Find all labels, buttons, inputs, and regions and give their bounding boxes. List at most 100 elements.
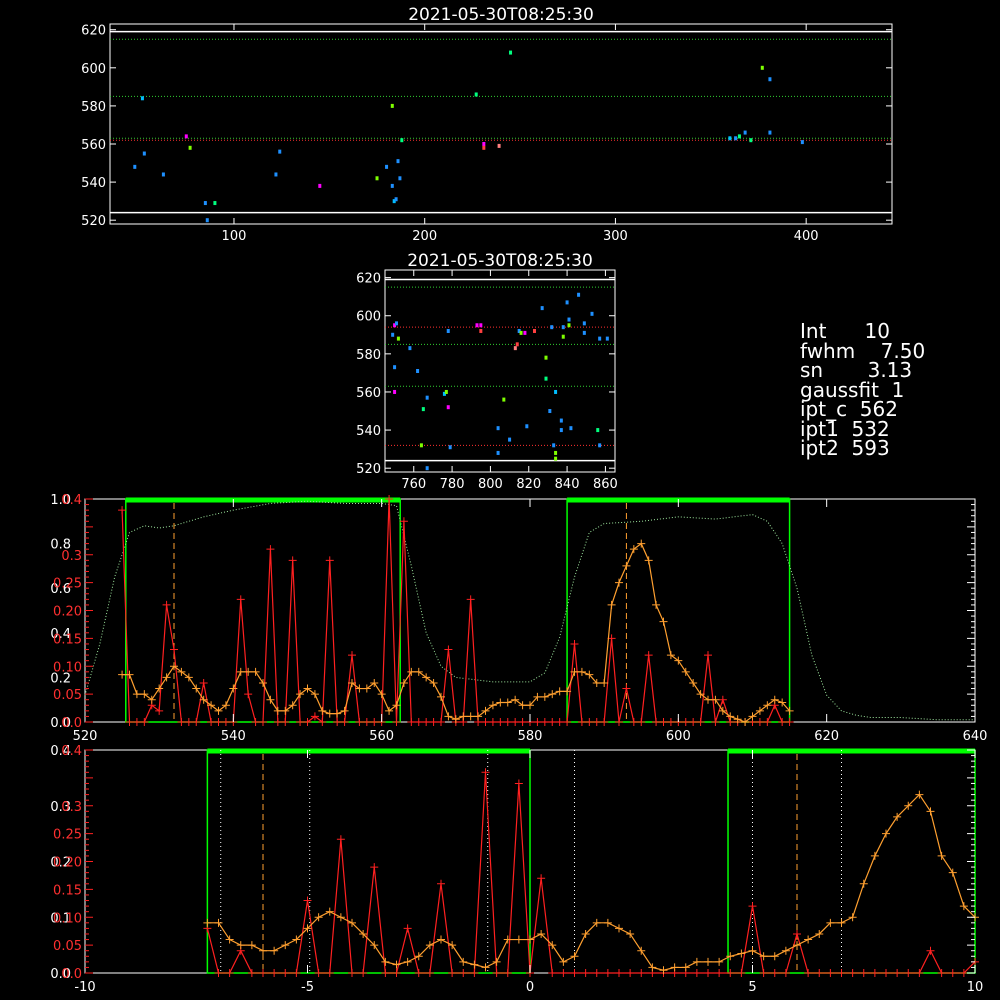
spectrum-bottom-red-series-marker [448, 969, 457, 977]
spectrum-bottom-orange-series-marker [692, 957, 701, 966]
spectrum-bottom-xtick-label: 5 [748, 980, 756, 995]
spectrum-top-orange-series-marker [377, 690, 386, 699]
top-scatter-xtick-label: 100 [222, 229, 247, 244]
mid-scatter-ytick-label: 540 [356, 424, 381, 439]
spectrum-top-red-series-marker [785, 718, 794, 726]
spectrum-bottom-red-series-marker [770, 969, 779, 977]
spectrum-top-red-series-marker [488, 718, 497, 726]
spectrum-top-orange-series-marker [466, 712, 475, 721]
spectrum-top-green-window [566, 498, 791, 723]
spectrum-top-red-series-marker [778, 718, 787, 726]
spectrum-top-red-series-marker [221, 718, 230, 726]
spectrum-top-red-series-marker [288, 556, 297, 565]
mid-scatter-point [425, 466, 429, 471]
spectrum-bottom-orange-series-marker [247, 941, 256, 950]
mid-scatter-point [508, 437, 512, 442]
mid-scatter-point [502, 397, 506, 402]
spectrum-top-red-series-marker [689, 718, 698, 726]
spectrum-top-red-series-marker [681, 718, 690, 726]
spectrum-bottom-red-series-marker [759, 969, 768, 977]
spectrum-top-orange-series-marker [236, 667, 245, 676]
spectrum-bottom-red-series-marker [370, 863, 379, 872]
spectrum-bottom-red-series-marker [815, 969, 824, 977]
mid-scatter-point [393, 389, 397, 394]
spectrum-top-xtick-label: 560 [369, 729, 394, 744]
mid-scatter-point [548, 409, 552, 414]
top-scatter-point [474, 92, 478, 97]
spectrum-top-red-series-marker [132, 718, 141, 726]
spectrum-top-orange-series-marker [118, 670, 127, 679]
spectrum-top-orange-series-marker [399, 678, 408, 687]
spectrum-bottom-red-series-marker [303, 896, 312, 905]
spectrum-top-ytick-label-red: 0.0 [61, 716, 82, 731]
mid-scatter-point [479, 323, 483, 328]
spectrum-bottom-orange-series-marker [214, 918, 223, 927]
mid-scatter-point [479, 328, 483, 333]
fit-info-panel: Int 10 fwhm 7.50 sn 3.13 gaussfit 1 ipt_… [800, 321, 925, 459]
spectrum-top-red-series-marker [592, 718, 601, 726]
mid-scatter-point [596, 428, 600, 433]
top-scatter-point [213, 201, 217, 206]
spectrum-bottom-orange-series-marker [926, 807, 935, 816]
spectrum-bottom-red-series-marker [692, 969, 701, 977]
spectrum-top-red-series-marker [437, 718, 445, 726]
top-scatter-ytick-label: 580 [81, 100, 106, 115]
mid-scatter-point [496, 450, 500, 455]
spectrum-bottom-red-series-marker [459, 969, 468, 977]
spectrum-top-red-series-marker [140, 718, 149, 726]
spectrum-top-orange-series-marker [273, 706, 282, 715]
spectrum-top-ytick-label-red: 0.20 [53, 605, 82, 620]
spectrum-top-red-series-marker [251, 718, 260, 726]
mid-scatter-xtick-label: 760 [401, 477, 426, 492]
top-scatter-point [188, 145, 192, 150]
top-scatter-point [390, 183, 394, 188]
spectrum-bottom-ytick-label-red: 0.15 [53, 883, 82, 898]
mid-scatter-point [419, 443, 423, 448]
spectrum-top-red-series-marker [325, 556, 334, 565]
spectrum-top-orange-series-line [122, 542, 791, 723]
spectrum-bottom-xtick-label: 10 [967, 980, 984, 995]
spectrum-top-red-series-marker [207, 718, 216, 726]
spectrum-bottom-red-series-marker [214, 969, 223, 977]
spectrum-top-red-series-marker [518, 718, 527, 726]
top-scatter-point [184, 134, 188, 139]
top-scatter-point [142, 151, 146, 156]
spectrum-top-xtick-label: 640 [963, 729, 988, 744]
top-scatter-point [390, 103, 394, 108]
spectrum-top-orange-series-marker [229, 684, 238, 693]
spectrum-bottom-orange-series-marker [459, 957, 468, 966]
mid-scatter-point [448, 445, 452, 450]
spectrum-bottom-orange-series-marker [670, 963, 679, 972]
spectrum-bottom-orange-series-marker [503, 935, 512, 944]
spectrum-bottom-red-series-marker [270, 969, 279, 977]
spectrum-top-orange-series-marker [192, 684, 201, 693]
spectrum-bottom-red-series-marker [826, 969, 835, 977]
spectrum-top-red-series-marker [666, 718, 675, 726]
top-scatter-point [394, 197, 398, 202]
spectrum-top-red-series-marker [496, 718, 505, 726]
mid-scatter-xtick-label: 840 [555, 477, 580, 492]
spectrum-bottom-red-series-marker [570, 969, 579, 977]
spectrum-top-red-series-marker [718, 695, 727, 704]
spectrum-bottom-ytick-label-red: 0.25 [53, 828, 82, 843]
spectrum-top-red-series-marker [407, 718, 416, 726]
mid-scatter-point [582, 321, 586, 326]
spectrum-bottom-red-series-marker [314, 969, 323, 977]
mid-scatter-point [425, 395, 429, 400]
spectrum-top-red-series-marker [755, 718, 764, 726]
spectrum-top-xtick-label: 620 [814, 729, 839, 744]
spectrum-bottom-red-series-marker [626, 969, 635, 977]
spectrum-bottom-orange-series-marker [603, 918, 612, 927]
mid-scatter-ytick-label: 580 [356, 348, 381, 363]
spectrum-top-red-series-marker [244, 690, 253, 699]
spectrum-top-red-series-marker [548, 718, 557, 726]
spectrum-bottom-red-series-marker [781, 969, 790, 977]
mid-scatter-xtick-label: 860 [593, 477, 618, 492]
spectrum-top-red-series-marker [444, 645, 453, 654]
spectrum-top-red-series-marker [763, 718, 772, 726]
figure-canvas: 2021-05-30T08:25:30100 200 300 400520540560… [50, 5, 988, 995]
mid-scatter-point [565, 300, 569, 305]
top-scatter-point [140, 96, 144, 101]
spectrum-top-orange-series-marker [681, 667, 690, 676]
spectrum-top-xtick-label: 540 [221, 729, 246, 744]
